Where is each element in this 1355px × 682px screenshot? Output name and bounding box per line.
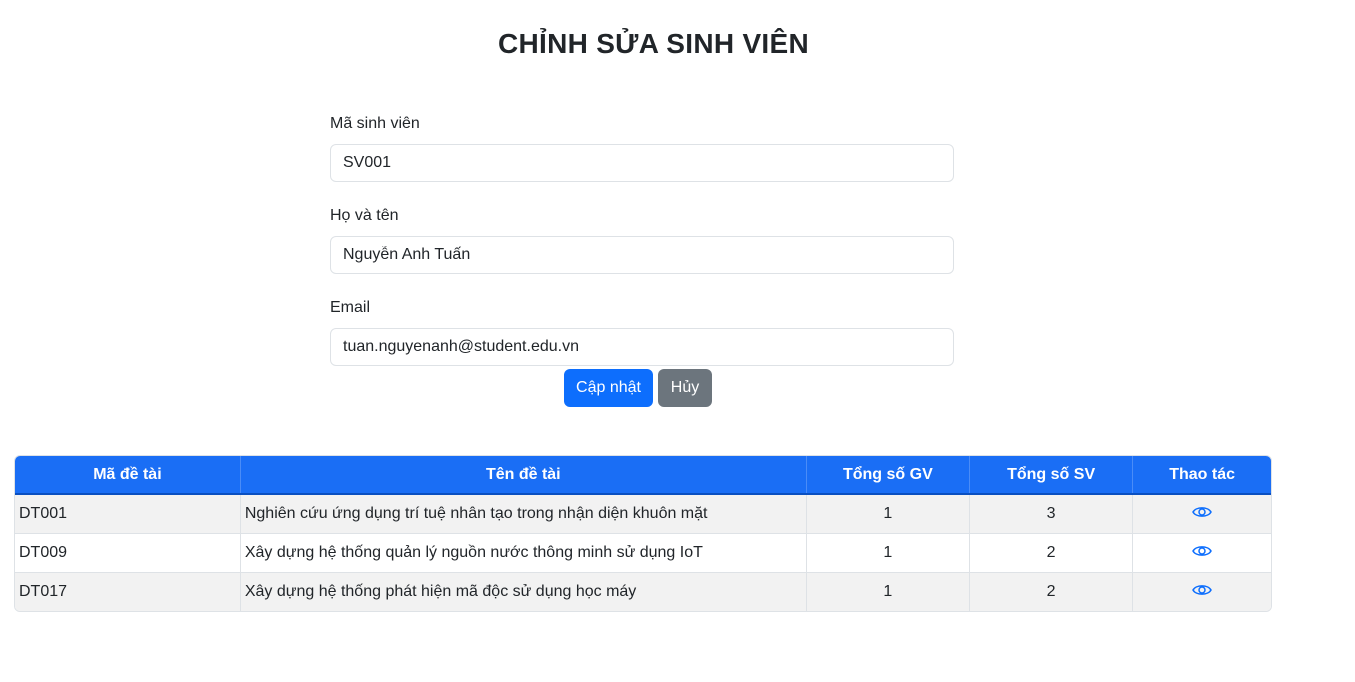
total-students-cell: 2 <box>969 572 1134 611</box>
topic-name-cell: Xây dựng hệ thống phát hiện mã độc sử dụ… <box>240 572 807 611</box>
total-students-cell: 2 <box>969 533 1134 573</box>
total-teachers-cell: 1 <box>806 533 970 573</box>
topic-code-cell: DT017 <box>15 572 241 611</box>
update-button[interactable]: Cập nhật <box>564 369 653 407</box>
table-header-row: Mã đề tài Tên đề tài Tổng số GV Tổng số … <box>15 456 1271 495</box>
email-label: Email <box>330 299 371 316</box>
page-title: CHỈNH SỬA SINH VIÊN <box>497 28 810 59</box>
header-topic-code[interactable]: Mã đề tài <box>15 456 241 495</box>
edit-student-form: Mã sinh viên Họ và tên Email <box>330 110 954 386</box>
topics-table: Mã đề tài Tên đề tài Tổng số GV Tổng số … <box>15 456 1271 611</box>
form-actions: Cập nhật Hủy <box>564 369 712 407</box>
header-total-teachers[interactable]: Tổng số GV <box>806 456 970 495</box>
student-id-group: Mã sinh viên <box>330 110 954 182</box>
email-group: Email <box>330 294 954 366</box>
actions-cell <box>1132 494 1271 534</box>
header-actions: Thao tác <box>1132 456 1271 495</box>
topics-table-container: Mã đề tài Tên đề tài Tổng số GV Tổng số … <box>14 455 1272 612</box>
total-teachers-cell: 1 <box>806 494 970 534</box>
actions-cell <box>1132 572 1271 611</box>
student-id-input[interactable] <box>330 144 954 182</box>
student-id-label: Mã sinh viên <box>330 115 420 132</box>
topic-name-cell: Xây dựng hệ thống quản lý nguồn nước thô… <box>240 533 807 573</box>
cancel-button[interactable]: Hủy <box>658 369 712 407</box>
full-name-group: Họ và tên <box>330 202 954 274</box>
topic-code-cell: DT001 <box>15 494 241 534</box>
total-students-cell: 3 <box>969 494 1134 534</box>
eye-icon[interactable] <box>1192 505 1212 524</box>
email-input[interactable] <box>330 328 954 366</box>
header-topic-name[interactable]: Tên đề tài <box>240 456 807 495</box>
table-row: DT009 Xây dựng hệ thống quản lý nguồn nư… <box>15 533 1271 573</box>
table-row: DT001 Nghiên cứu ứng dụng trí tuệ nhân t… <box>15 494 1271 534</box>
eye-icon[interactable] <box>1192 544 1212 563</box>
topic-name-cell: Nghiên cứu ứng dụng trí tuệ nhân tạo tro… <box>240 494 807 534</box>
full-name-label: Họ và tên <box>330 207 399 224</box>
eye-icon[interactable] <box>1192 583 1212 602</box>
full-name-input[interactable] <box>330 236 954 274</box>
table-row: DT017 Xây dựng hệ thống phát hiện mã độc… <box>15 572 1271 611</box>
topic-code-cell: DT009 <box>15 533 241 573</box>
actions-cell <box>1132 533 1271 573</box>
total-teachers-cell: 1 <box>806 572 970 611</box>
header-total-students[interactable]: Tổng số SV <box>969 456 1134 495</box>
